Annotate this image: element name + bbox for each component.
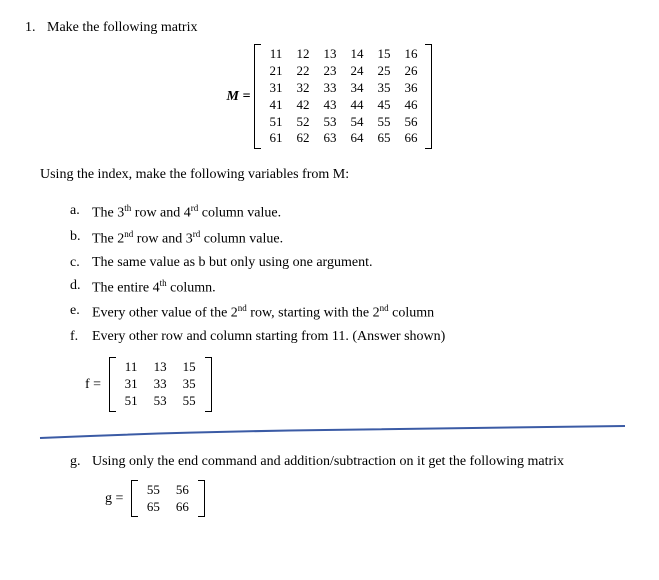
sub-letter-e: e. — [70, 303, 92, 322]
matrix-cell: 35 — [370, 80, 397, 97]
matrix-f: 111315 313335 515355 — [109, 357, 212, 412]
sub-text-g: Using only the end command and addition/… — [92, 454, 634, 470]
sub-item-g: g. Using only the end command and additi… — [70, 454, 634, 470]
matrix-f-label: f = — [85, 377, 101, 392]
matrix-cell: 34 — [343, 80, 370, 97]
matrix-f-container: f = 111315 313335 515355 — [85, 357, 634, 412]
divider-line — [25, 424, 634, 442]
question-text: Make the following matrix — [47, 20, 197, 35]
matrix-cell: 54 — [343, 114, 370, 131]
matrix-cell: 64 — [343, 130, 370, 147]
matrix-cell: 45 — [370, 97, 397, 114]
matrix-cell: 35 — [175, 376, 204, 393]
matrix-cell: 61 — [262, 130, 289, 147]
sub-item-e: e. Every other value of the 2nd row, sta… — [70, 303, 634, 322]
matrix-cell: 13 — [316, 46, 343, 63]
matrix-cell: 51 — [117, 393, 146, 410]
matrix-cell: 22 — [289, 63, 316, 80]
sub-letter-c: c. — [70, 255, 92, 271]
matrix-cell: 55 — [139, 482, 168, 499]
matrix-g-label: g = — [105, 491, 123, 506]
matrix-M: 111213141516 212223242526 313233343536 4142… — [254, 44, 432, 149]
matrix-cell: 33 — [316, 80, 343, 97]
matrix-cell: 44 — [343, 97, 370, 114]
sub-letter-b: b. — [70, 229, 92, 248]
matrix-cell: 25 — [370, 63, 397, 80]
matrix-cell: 55 — [370, 114, 397, 131]
matrix-cell: 31 — [117, 376, 146, 393]
matrix-cell: 41 — [262, 97, 289, 114]
matrix-cell: 46 — [397, 97, 424, 114]
matrix-cell: 15 — [370, 46, 397, 63]
matrix-cell: 16 — [397, 46, 424, 63]
matrix-cell: 51 — [262, 114, 289, 131]
sub-item-c: c. The same value as b but only using on… — [70, 255, 634, 271]
sub-letter-a: a. — [70, 203, 92, 222]
sub-text-c: The same value as b but only using one a… — [92, 255, 634, 271]
matrix-cell: 12 — [289, 46, 316, 63]
matrix-cell: 42 — [289, 97, 316, 114]
matrix-g-container: g = 55566566 — [105, 480, 634, 518]
matrix-cell: 56 — [168, 482, 197, 499]
sub-items-g: g. Using only the end command and additi… — [70, 454, 634, 470]
sub-items: a. The 3th row and 4rd column value. b. … — [70, 203, 634, 345]
sub-text-e: Every other value of the 2nd row, starti… — [92, 303, 634, 322]
matrix-g: 55566566 — [131, 480, 205, 518]
question-line: 1. Make the following matrix — [25, 20, 634, 36]
matrix-cell: 13 — [146, 359, 175, 376]
sub-item-b: b. The 2nd row and 3rd column value. — [70, 229, 634, 248]
matrix-cell: 21 — [262, 63, 289, 80]
sub-letter-f: f. — [70, 329, 92, 345]
matrix-cell: 24 — [343, 63, 370, 80]
intro-text: Using the index, make the following vari… — [40, 167, 634, 183]
matrix-cell: 65 — [139, 499, 168, 516]
sub-item-f: f. Every other row and column starting f… — [70, 329, 634, 345]
matrix-cell: 66 — [168, 499, 197, 516]
matrix-cell: 52 — [289, 114, 316, 131]
matrix-cell: 53 — [146, 393, 175, 410]
sub-item-a: a. The 3th row and 4rd column value. — [70, 203, 634, 222]
sub-text-a: The 3th row and 4rd column value. — [92, 203, 634, 222]
sub-letter-d: d. — [70, 278, 92, 297]
matrix-cell: 43 — [316, 97, 343, 114]
matrix-cell: 33 — [146, 376, 175, 393]
matrix-cell: 31 — [262, 80, 289, 97]
matrix-cell: 14 — [343, 46, 370, 63]
matrix-cell: 63 — [316, 130, 343, 147]
matrix-cell: 32 — [289, 80, 316, 97]
matrix-cell: 66 — [397, 130, 424, 147]
matrix-cell: 15 — [175, 359, 204, 376]
question-number: 1. — [25, 20, 36, 35]
sub-letter-g: g. — [70, 454, 92, 470]
matrix-cell: 55 — [175, 393, 204, 410]
matrix-cell: 26 — [397, 63, 424, 80]
matrix-cell: 65 — [370, 130, 397, 147]
matrix-cell: 56 — [397, 114, 424, 131]
sub-text-d: The entire 4th column. — [92, 278, 634, 297]
matrix-cell: 11 — [117, 359, 146, 376]
sub-text-f: Every other row and column starting from… — [92, 329, 634, 345]
matrix-cell: 53 — [316, 114, 343, 131]
matrix-cell: 62 — [289, 130, 316, 147]
matrix-cell: 36 — [397, 80, 424, 97]
matrix-cell: 23 — [316, 63, 343, 80]
matrix-M-container: M = 111213141516 212223242526 313233343536… — [25, 44, 634, 149]
sub-text-b: The 2nd row and 3rd column value. — [92, 229, 634, 248]
sub-item-d: d. The entire 4th column. — [70, 278, 634, 297]
matrix-M-label: M = — [227, 89, 251, 105]
matrix-cell: 11 — [262, 46, 289, 63]
